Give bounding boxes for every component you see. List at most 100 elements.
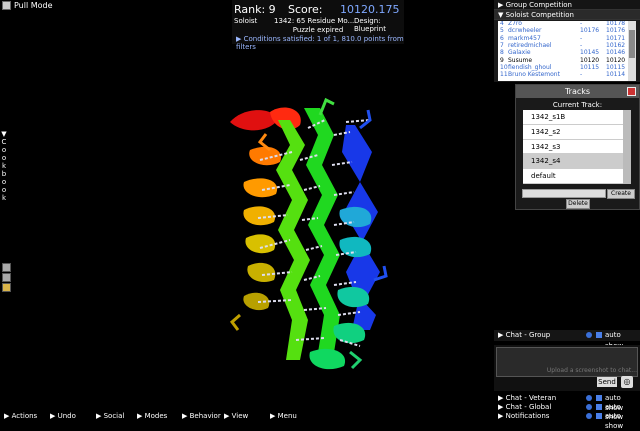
cookbook-letter: o bbox=[1, 154, 7, 162]
menu-undo[interactable]: ▶ Undo bbox=[50, 411, 76, 421]
leaderboard-rank: 11 bbox=[500, 71, 508, 79]
triangle-down-icon: ▼ bbox=[1, 130, 7, 138]
track-item[interactable]: 1342_s1B bbox=[523, 110, 623, 125]
delete-track-button[interactable]: Delete bbox=[566, 199, 590, 209]
current-track-label: Current Track: bbox=[552, 101, 603, 109]
leaderboard-score: 10145 bbox=[580, 49, 600, 57]
menu-social[interactable]: ▶ Social bbox=[96, 411, 124, 421]
tracks-panel: Tracks Current Track: 1342_s1B 1342_s2 134… bbox=[515, 84, 640, 210]
triangle-right-icon: ▶ bbox=[182, 412, 190, 420]
leaderboard-score: 10115 bbox=[580, 63, 600, 71]
helix-segment bbox=[339, 236, 372, 258]
bottom-menu-bar: ▶ Actions ▶ Undo ▶ Social ▶ Modes ▶ Behavior… bbox=[0, 410, 494, 422]
info-icon[interactable] bbox=[586, 404, 592, 410]
menu-modes[interactable]: ▶ Modes bbox=[137, 411, 167, 421]
leaderboard-total: 10146 bbox=[606, 49, 626, 57]
menu-actions[interactable]: ▶ Actions bbox=[4, 411, 37, 421]
auto-show-checkbox[interactable] bbox=[596, 404, 602, 410]
leaderboard-total: 10176 bbox=[606, 27, 626, 35]
beta-strand bbox=[276, 120, 310, 360]
cookbook-label: Cookbook bbox=[0, 138, 8, 202]
menu-view[interactable]: ▶ View bbox=[224, 411, 248, 421]
mode-soloist: Soloist bbox=[234, 17, 258, 25]
notifications-label: Notifications bbox=[505, 412, 550, 420]
cookbook-tab[interactable]: ▼ Cookbook bbox=[0, 130, 8, 202]
leaderboard-list[interactable]: 4 Z7ro -10178 5 dcrwheeler 10176 10176 6 markm45… bbox=[498, 21, 628, 81]
leaderboard-row[interactable]: 11 Bruno Kestemont - 10114 bbox=[498, 71, 628, 79]
leaderboard-scroll-thumb[interactable] bbox=[629, 30, 635, 58]
triangle-right-icon: ▶ bbox=[498, 394, 506, 402]
score-label: Score: bbox=[288, 3, 323, 16]
leaderboard-name: Bruno Kestemont bbox=[508, 71, 560, 79]
leaderboard-name: Galaxie bbox=[508, 49, 531, 57]
triangle-right-icon: ▶ bbox=[4, 412, 12, 420]
puzzle-name: 1342: 65 Residue Mo... bbox=[274, 17, 355, 25]
leaderboard-total: 10114 bbox=[606, 71, 626, 79]
group-competition-label: Group Competition bbox=[505, 1, 572, 9]
info-icon[interactable] bbox=[586, 413, 592, 419]
menu-label: View bbox=[231, 412, 249, 420]
puzzle-status: Puzzle expired bbox=[292, 26, 344, 34]
auto-show-checkbox[interactable] bbox=[596, 332, 602, 338]
note-icon[interactable] bbox=[2, 283, 11, 292]
triangle-right-icon: ▶ bbox=[224, 412, 232, 420]
helix-segment bbox=[309, 348, 346, 370]
menu-label: Undo bbox=[57, 412, 76, 420]
leaderboard-row[interactable]: 5 dcrwheeler 10176 10176 bbox=[498, 28, 628, 35]
conditions-toggle[interactable]: ▶ Conditions satisfied: 1 of 1, 810.0 po… bbox=[236, 35, 404, 51]
pull-mode-toggle[interactable]: Pull Mode bbox=[2, 1, 53, 10]
cookbook-letter: o bbox=[1, 178, 7, 186]
auto-show-checkbox[interactable] bbox=[596, 413, 602, 419]
cookbook-letter: o bbox=[1, 186, 7, 194]
close-icon[interactable] bbox=[627, 87, 636, 96]
menu-behavior[interactable]: ▶ Behavior bbox=[182, 411, 221, 421]
create-track-button[interactable]: Create bbox=[607, 189, 635, 199]
triangle-right-icon: ▶ bbox=[50, 412, 58, 420]
info-icon[interactable] bbox=[586, 332, 592, 338]
track-name-input[interactable] bbox=[522, 189, 606, 198]
cookbook-letter: k bbox=[1, 194, 7, 202]
soloist-competition-header[interactable]: ▼ Soloist Competition bbox=[494, 10, 640, 20]
menu-menu[interactable]: ▶ Menu bbox=[270, 411, 297, 421]
triangle-right-icon: ▶ bbox=[498, 403, 506, 411]
cookbook-letter: o bbox=[1, 146, 7, 154]
triangle-right-icon: ▶ bbox=[498, 1, 506, 9]
recipe-icon[interactable] bbox=[2, 263, 11, 272]
triangle-right-icon: ▶ bbox=[498, 412, 506, 420]
pull-mode-icon bbox=[2, 1, 11, 10]
leaderboard-row[interactable]: 8 Galaxie 10145 10146 bbox=[498, 49, 628, 57]
track-item[interactable]: 1342_s2 bbox=[523, 125, 623, 140]
send-button[interactable]: Send bbox=[597, 377, 617, 387]
group-competition-header[interactable]: ▶ Group Competition bbox=[494, 0, 640, 10]
chat-group-label: Chat - Group bbox=[505, 331, 551, 339]
menu-label: Modes bbox=[144, 412, 168, 420]
chat-input[interactable]: Upload a screenshot to chat... bbox=[496, 347, 638, 377]
triangle-right-icon: ▶ bbox=[498, 331, 506, 339]
track-scrollbar[interactable] bbox=[623, 110, 631, 184]
helix-segment bbox=[245, 234, 276, 254]
triangle-down-icon: ▼ bbox=[498, 11, 506, 19]
protein-viewport[interactable] bbox=[200, 90, 440, 390]
rank-text: Rank: 9 bbox=[234, 3, 276, 16]
cookbook-letter: k bbox=[1, 162, 7, 170]
leaderboard-rank: 8 bbox=[500, 49, 504, 57]
track-item[interactable]: default bbox=[523, 169, 623, 184]
leaderboard-score: 10176 bbox=[580, 27, 600, 35]
conditions-text: Conditions satisfied: 1 of 1, 810.0 poin… bbox=[236, 35, 404, 51]
triangle-right-icon: ▶ bbox=[137, 412, 145, 420]
triangle-right-icon: ▶ bbox=[236, 35, 242, 43]
chat-group-header[interactable]: ▶ Chat - Group auto show bbox=[494, 330, 640, 350]
auto-show-checkbox[interactable] bbox=[596, 395, 602, 401]
notifications-header[interactable]: ▶ Notifications auto show bbox=[494, 411, 640, 430]
tracks-title: Tracks bbox=[516, 85, 639, 98]
menu-label: Behavior bbox=[189, 412, 221, 420]
folder-icon[interactable] bbox=[2, 273, 11, 282]
track-item[interactable]: 1342_s3 bbox=[523, 140, 623, 155]
leaderboard-panel: 4 Z7ro -10178 5 dcrwheeler 10176 10176 6 markm45… bbox=[494, 20, 640, 82]
menu-label: Actions bbox=[11, 412, 38, 420]
triangle-right-icon: ▶ bbox=[96, 412, 104, 420]
info-icon[interactable] bbox=[586, 395, 592, 401]
screenshot-icon[interactable]: ◎ bbox=[621, 376, 633, 388]
track-item[interactable]: 1342_s4 bbox=[523, 154, 623, 170]
cookbook-letter: C bbox=[1, 138, 7, 146]
